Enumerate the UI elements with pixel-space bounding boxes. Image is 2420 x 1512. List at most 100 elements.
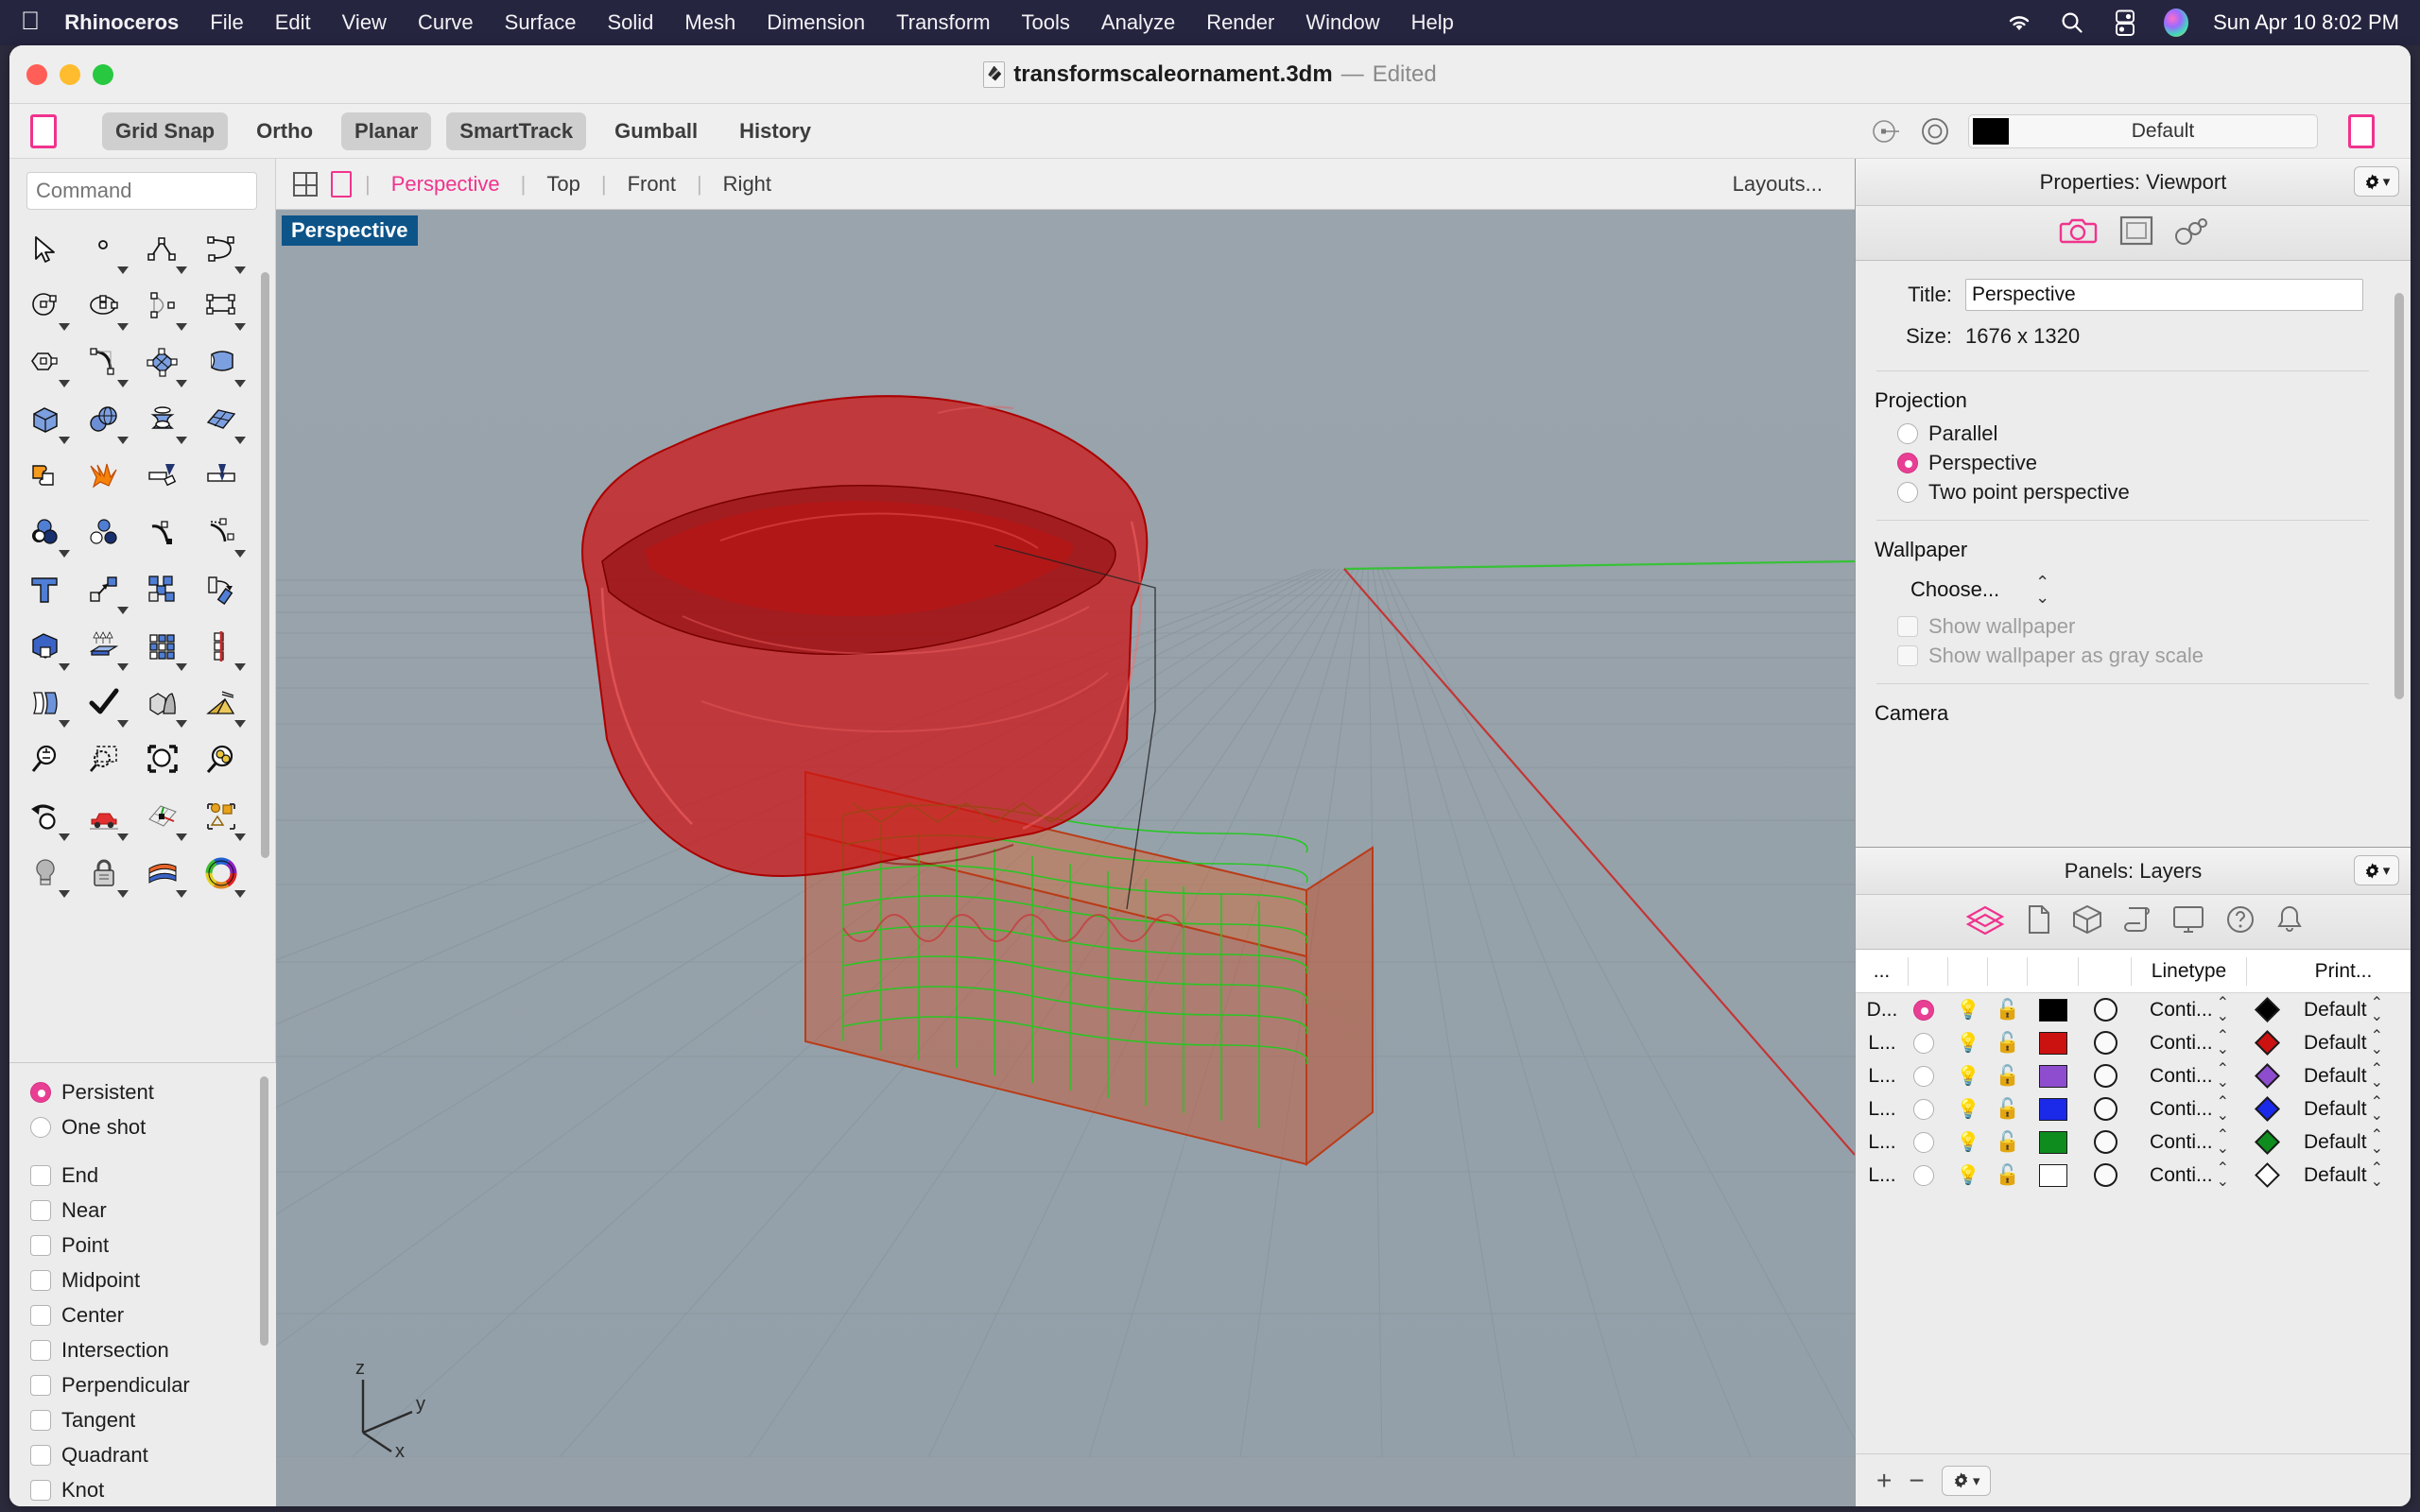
osnap-scrollbar[interactable] [260, 1076, 268, 1346]
layer-lock-toggle[interactable]: 🔓 [1988, 1026, 2028, 1059]
show-wallpaper-row[interactable]: Show wallpaper [1856, 611, 2411, 641]
toggle-ortho[interactable]: Ortho [243, 112, 326, 150]
tool-surface-from-points-icon[interactable] [134, 335, 191, 391]
osnap-center[interactable]: Center [30, 1297, 276, 1332]
table-row[interactable]: L... 💡 🔓 Conti...⌃⌄ Default⌃⌄ [1856, 1092, 2411, 1125]
layer-color-swatch[interactable] [2028, 1059, 2079, 1092]
layer-linetype[interactable]: Conti...⌃⌄ [2132, 993, 2247, 1026]
column-lock[interactable] [1988, 957, 2028, 986]
tool-revolve-icon[interactable] [134, 391, 191, 448]
tool-rotate-icon[interactable] [193, 561, 250, 618]
tool-loft-icon[interactable] [193, 335, 250, 391]
layer-lock-toggle[interactable]: 🔓 [1988, 1092, 2028, 1125]
help-icon[interactable] [2225, 904, 2256, 939]
tool-rectangle-icon[interactable] [193, 278, 250, 335]
menu-item-view[interactable]: View [342, 10, 387, 35]
viewport-name-label[interactable]: Perspective [282, 215, 418, 246]
radio-current-layer-icon[interactable] [1913, 1033, 1934, 1054]
tool-light-icon[interactable] [17, 845, 74, 902]
tool-zoom-selected-icon[interactable] [193, 731, 250, 788]
layer-lock-toggle[interactable]: 🔓 [1988, 1125, 2028, 1159]
layer-name[interactable]: L... [1856, 1092, 1909, 1125]
siri-icon[interactable] [2164, 9, 2188, 37]
column-visibility[interactable] [1948, 957, 1988, 986]
radio-current-layer-icon[interactable] [1913, 1132, 1934, 1153]
column-name[interactable]: ... [1856, 957, 1909, 986]
layer-linetype[interactable]: Conti...⌃⌄ [2132, 1026, 2247, 1059]
layer-print-color[interactable] [2247, 1026, 2287, 1059]
scroll-icon[interactable] [2123, 904, 2152, 939]
tool-zoom-icon[interactable] [17, 731, 74, 788]
tool-explode-objects-icon[interactable] [76, 505, 132, 561]
layer-print-width[interactable]: Default⌃⌄ [2287, 993, 2400, 1026]
layer-lock-toggle[interactable]: 🔓 [1988, 1159, 2028, 1192]
layer-material[interactable] [2079, 993, 2132, 1026]
toggle-smarttrack[interactable]: SmartTrack [446, 112, 586, 150]
layer-material[interactable] [2079, 1059, 2132, 1092]
table-row[interactable]: L... 💡 🔓 Conti...⌃⌄ Default⌃⌄ [1856, 1159, 2411, 1192]
radio-current-layer-icon[interactable] [1913, 1000, 1934, 1021]
tool-mesh-plane-icon[interactable] [193, 391, 250, 448]
checkbox-quadrant-icon[interactable] [30, 1445, 51, 1466]
tool-trim-icon[interactable] [134, 448, 191, 505]
checkbox-midpoint-icon[interactable] [30, 1270, 51, 1291]
layer-color-swatch[interactable] [2028, 1159, 2079, 1192]
unlock-icon[interactable]: 🔓 [1996, 1131, 2020, 1154]
menu-item-analyze[interactable]: Analyze [1101, 10, 1175, 35]
single-view-layout-icon[interactable] [331, 171, 352, 198]
layer-print-width[interactable]: Default⌃⌄ [2287, 1125, 2400, 1159]
layers-icon[interactable] [1964, 904, 2006, 939]
osnap-mode-persistent[interactable]: Persistent [30, 1074, 276, 1109]
properties-options-gear-button[interactable]: ▾ [2354, 166, 2399, 197]
layers-footer-gear-button[interactable]: ▾ [1942, 1466, 1991, 1496]
search-icon[interactable] [2058, 9, 2086, 37]
tool-rebuild-curve-icon[interactable] [134, 505, 191, 561]
current-layer-color-swatch[interactable] [1973, 118, 2009, 145]
layer-name[interactable]: L... [1856, 1159, 1909, 1192]
page-icon[interactable] [2027, 904, 2051, 939]
radio-current-layer-icon[interactable] [1913, 1099, 1934, 1120]
viewport-tab-top[interactable]: Top [526, 172, 600, 197]
tool-boolean-union-icon[interactable] [17, 448, 74, 505]
column-linetype[interactable]: Linetype [2132, 957, 2247, 986]
layer-current-toggle[interactable] [1909, 1159, 1948, 1192]
column-material[interactable] [2079, 957, 2132, 986]
four-view-layout-icon[interactable] [293, 172, 318, 197]
tool-check-icon[interactable] [76, 675, 132, 731]
osnap-intersection[interactable]: Intersection [30, 1332, 276, 1367]
projection-parallel-row[interactable]: Parallel [1856, 419, 2411, 448]
layer-color-swatch[interactable] [2028, 1125, 2079, 1159]
camera-icon[interactable] [2059, 215, 2099, 250]
menu-item-mesh[interactable]: Mesh [684, 10, 735, 35]
layer-current-toggle[interactable] [1909, 1059, 1948, 1092]
menu-item-surface[interactable]: Surface [505, 10, 577, 35]
tool-spheres-icon[interactable] [76, 391, 132, 448]
osnap-midpoint[interactable]: Midpoint [30, 1263, 276, 1297]
layer-print-color[interactable] [2247, 1059, 2287, 1092]
layer-lock-toggle[interactable]: 🔓 [1988, 993, 2028, 1026]
checkbox-tangent-icon[interactable] [30, 1410, 51, 1431]
radio-parallel-icon[interactable] [1897, 423, 1918, 444]
layer-linetype[interactable]: Conti...⌃⌄ [2132, 1092, 2247, 1125]
viewport-tab-right[interactable]: Right [702, 172, 792, 197]
current-layer-selector[interactable]: Default [1968, 114, 2318, 148]
table-row[interactable]: L... 💡 🔓 Conti...⌃⌄ Default⌃⌄ [1856, 1059, 2411, 1092]
wallpaper-choose-select[interactable]: Choose... ⌃⌄ [1856, 568, 2411, 611]
lightbulb-icon[interactable]: 💡 [1957, 998, 1980, 1022]
layer-print-width[interactable]: Default⌃⌄ [2287, 1092, 2400, 1125]
layer-linetype[interactable]: Conti...⌃⌄ [2132, 1159, 2247, 1192]
cube-icon[interactable] [2072, 904, 2102, 939]
viewport-icon[interactable] [2119, 215, 2153, 250]
tool-ellipse-icon[interactable] [76, 278, 132, 335]
osnap-end[interactable]: End [30, 1158, 276, 1193]
apple-logo-icon[interactable]:  [21, 9, 40, 34]
layer-linetype[interactable]: Conti...⌃⌄ [2132, 1059, 2247, 1092]
lightbulb-icon[interactable]: 💡 [1957, 1163, 1980, 1187]
layer-name[interactable]: L... [1856, 1125, 1909, 1159]
tool-extrude-icon[interactable] [76, 618, 132, 675]
toggle-history[interactable]: History [726, 112, 824, 150]
viewport-tab-perspective[interactable]: Perspective [371, 172, 521, 197]
menu-app-name[interactable]: Rhinoceros [64, 10, 179, 35]
toggle-planar[interactable]: Planar [341, 112, 431, 150]
osnap-point[interactable]: Point [30, 1228, 276, 1263]
